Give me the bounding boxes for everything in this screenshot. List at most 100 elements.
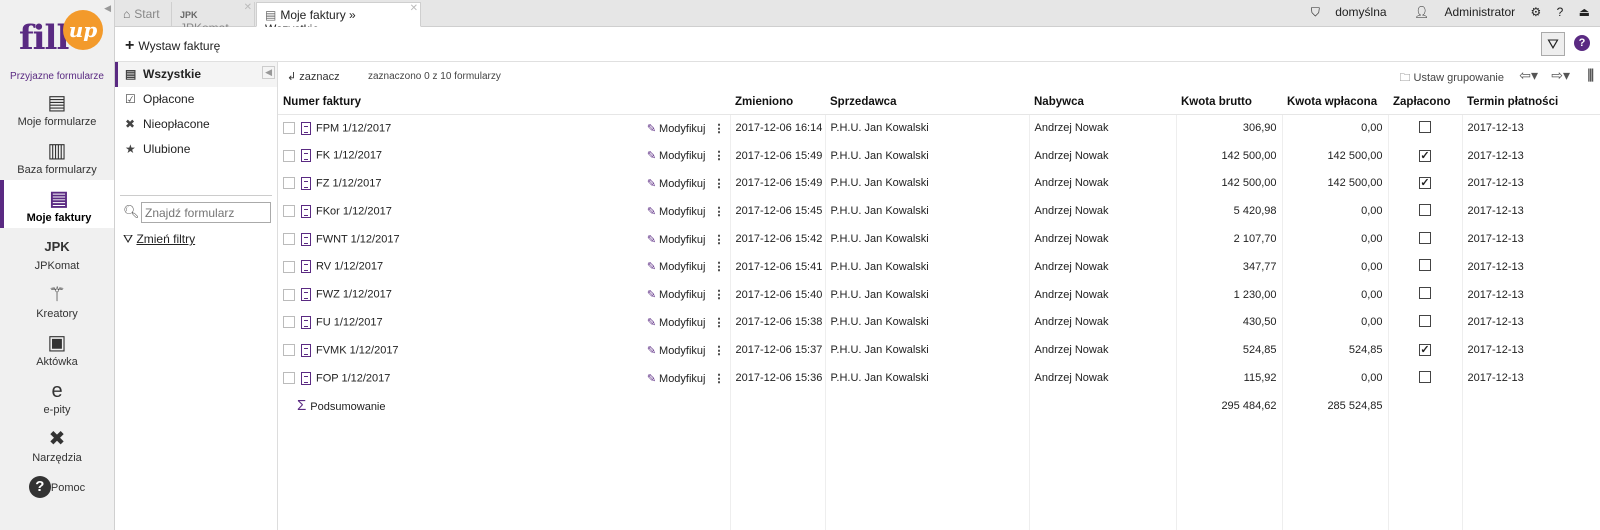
more-options-icon[interactable]: ⋮	[714, 233, 725, 246]
column-header[interactable]: Nabywca	[1029, 90, 1176, 115]
rail-item-5[interactable]: ▣ Aktówka	[0, 324, 114, 372]
more-options-icon[interactable]: ⋮	[714, 177, 725, 190]
filter-toggle-button[interactable]: ⛛	[1541, 32, 1565, 56]
collapse-rail-icon[interactable]: ◀	[104, 3, 111, 14]
row-checkbox[interactable]	[283, 122, 295, 135]
close-icon[interactable]: ✕	[244, 2, 252, 13]
rail-item-7[interactable]: ✖ Narzędzia	[0, 420, 114, 468]
import-icon[interactable]: ⇦▾	[1519, 67, 1538, 84]
close-icon[interactable]: ✕	[410, 3, 418, 14]
table-row[interactable]: FWZ 1/12/2017 ⋮ ✎ Modyfikuj 2017-12-06 15:40…	[278, 280, 1600, 309]
invoice-number[interactable]: FU 1/12/2017	[316, 316, 383, 328]
column-header[interactable]: Numer faktury	[278, 90, 730, 115]
filter-item-1[interactable]: ☑ Opłacone	[115, 87, 277, 112]
invoice-number[interactable]: FOP 1/12/2017	[316, 372, 390, 384]
paid-checkbox[interactable]: ✓	[1419, 149, 1431, 162]
modify-button[interactable]: ✎ Modyfikuj	[647, 177, 706, 190]
column-header[interactable]: Termin płatności	[1462, 90, 1600, 115]
help-icon[interactable]: ?	[1574, 35, 1590, 51]
row-checkbox[interactable]	[283, 372, 295, 385]
row-checkbox[interactable]	[283, 177, 295, 190]
modify-button[interactable]: ✎ Modyfikuj	[647, 122, 706, 135]
modify-button[interactable]: ✎ Modyfikuj	[647, 205, 706, 218]
column-header[interactable]: Sprzedawca	[825, 90, 1029, 115]
help-circle-icon[interactable]: ?	[1557, 5, 1564, 19]
invoice-number[interactable]: FZ 1/12/2017	[316, 177, 381, 189]
invoice-number[interactable]: FWZ 1/12/2017	[316, 289, 392, 301]
search-input[interactable]	[141, 202, 271, 223]
modify-button[interactable]: ✎ Modyfikuj	[647, 344, 706, 357]
table-row[interactable]: FVMK 1/12/2017 ⋮ ✎ Modyfikuj 2017-12-06 15:3…	[278, 336, 1600, 365]
invoice-number[interactable]: FK 1/12/2017	[316, 150, 382, 162]
paid-checkbox[interactable]	[1419, 314, 1431, 327]
paid-checkbox[interactable]: ✓	[1419, 344, 1431, 357]
row-checkbox[interactable]	[283, 149, 295, 162]
rail-item-4[interactable]: ⚚ Kreatory	[0, 276, 114, 324]
filter-item-2[interactable]: ✖ Nieopłacone	[115, 112, 277, 137]
invoice-number[interactable]: FVMK 1/12/2017	[316, 344, 399, 356]
collapse-panel-icon[interactable]: ◀	[262, 66, 275, 79]
more-options-icon[interactable]: ⋮	[714, 205, 725, 218]
group-button[interactable]: 🗀 Ustaw grupowanie	[1399, 69, 1504, 88]
table-row[interactable]: FK 1/12/2017 ⋮ ✎ Modyfikuj 2017-12-06 15:49 P…	[278, 141, 1600, 170]
filter-item-0[interactable]: ▤ Wszystkie	[115, 62, 277, 87]
rail-item-8[interactable]: ? Pomoc	[0, 468, 114, 516]
rail-item-0[interactable]: ▤ Moje formularze	[0, 84, 114, 132]
tab-jpkomat[interactable]: JPKJPKomat ✕	[172, 2, 255, 35]
modify-button[interactable]: ✎ Modyfikuj	[647, 316, 706, 329]
modify-button[interactable]: ✎ Modyfikuj	[647, 260, 706, 273]
table-row[interactable]: FOP 1/12/2017 ⋮ ✎ Modyfikuj 2017-12-06 15:36…	[278, 364, 1600, 392]
eject-icon[interactable]: ⏏	[1579, 5, 1590, 19]
gear-icon[interactable]: ⚙	[1531, 5, 1542, 19]
more-options-icon[interactable]: ⋮	[714, 344, 725, 357]
paid-checkbox[interactable]	[1419, 259, 1431, 272]
modify-button[interactable]: ✎ Modyfikuj	[647, 233, 706, 246]
rail-item-3[interactable]: JPK JPKomat	[0, 228, 114, 276]
tab-moje-faktury[interactable]: ▤Moje faktury » Wszystkie ✕	[256, 2, 421, 36]
row-checkbox[interactable]	[283, 316, 295, 329]
invoice-number[interactable]: FWNT 1/12/2017	[316, 233, 400, 245]
column-header[interactable]: Kwota brutto	[1176, 90, 1282, 115]
modify-button[interactable]: ✎ Modyfikuj	[647, 372, 706, 385]
more-options-icon[interactable]: ⋮	[714, 288, 725, 301]
paid-checkbox[interactable]	[1419, 370, 1431, 383]
modify-button[interactable]: ✎ Modyfikuj	[647, 288, 706, 301]
row-checkbox[interactable]	[283, 344, 295, 357]
more-options-icon[interactable]: ⋮	[714, 149, 725, 162]
column-header[interactable]: Kwota wpłacona	[1282, 90, 1388, 115]
table-row[interactable]: FPM 1/12/2017 ⋮ ✎ Modyfikuj 2017-12-06 16:14…	[278, 114, 1600, 142]
table-row[interactable]: FWNT 1/12/2017 ⋮ ✎ Modyfikuj 2017-12-06 15:4…	[278, 225, 1600, 253]
table-row[interactable]: RV 1/12/2017 ⋮ ✎ Modyfikuj 2017-12-06 15:41 P…	[278, 252, 1600, 281]
export-icon[interactable]: ⇨▾	[1551, 67, 1570, 84]
change-filters-link[interactable]: ⛛ Zmień filtry	[123, 232, 277, 247]
row-checkbox[interactable]	[283, 233, 295, 246]
rail-item-6[interactable]: e e-pity	[0, 372, 114, 420]
column-header[interactable]: Zmieniono	[730, 90, 825, 115]
tab-start[interactable]: ⌂ Start	[115, 2, 172, 27]
column-header[interactable]: Zapłacono	[1388, 90, 1462, 115]
invoice-number[interactable]: FPM 1/12/2017	[316, 122, 391, 134]
paid-checkbox[interactable]	[1419, 120, 1431, 133]
paid-checkbox[interactable]: ✓	[1419, 177, 1431, 190]
rail-item-2[interactable]: ▤ Moje faktury	[0, 180, 114, 228]
paid-checkbox[interactable]	[1419, 203, 1431, 216]
table-row[interactable]: FKor 1/12/2017 ⋮ ✎ Modyfikuj 2017-12-06 15:4…	[278, 197, 1600, 226]
more-options-icon[interactable]: ⋮	[714, 372, 725, 385]
table-row[interactable]: FU 1/12/2017 ⋮ ✎ Modyfikuj 2017-12-06 15:38 P…	[278, 308, 1600, 337]
issue-invoice-button[interactable]: + Wystaw fakturę	[125, 37, 220, 55]
row-checkbox[interactable]	[283, 260, 295, 273]
profile-selector[interactable]: ⛉ domyślna	[1299, 5, 1387, 19]
columns-icon[interactable]: ⫼	[1588, 67, 1594, 84]
more-options-icon[interactable]: ⋮	[714, 122, 725, 135]
invoice-number[interactable]: FKor 1/12/2017	[316, 205, 392, 217]
rail-item-1[interactable]: ▥ Baza formularzy	[0, 132, 114, 180]
invoice-number[interactable]: RV 1/12/2017	[316, 261, 383, 273]
user-menu[interactable]: 👤︎ Administrator	[1402, 5, 1515, 19]
modify-button[interactable]: ✎ Modyfikuj	[647, 149, 706, 162]
logo[interactable]: fill up Przyjazne formularze ◀	[0, 0, 114, 84]
filter-item-3[interactable]: ★ Ulubione	[115, 137, 277, 162]
more-options-icon[interactable]: ⋮	[714, 316, 725, 329]
paid-checkbox[interactable]	[1419, 287, 1431, 300]
paid-checkbox[interactable]	[1419, 231, 1431, 244]
row-checkbox[interactable]	[283, 205, 295, 218]
